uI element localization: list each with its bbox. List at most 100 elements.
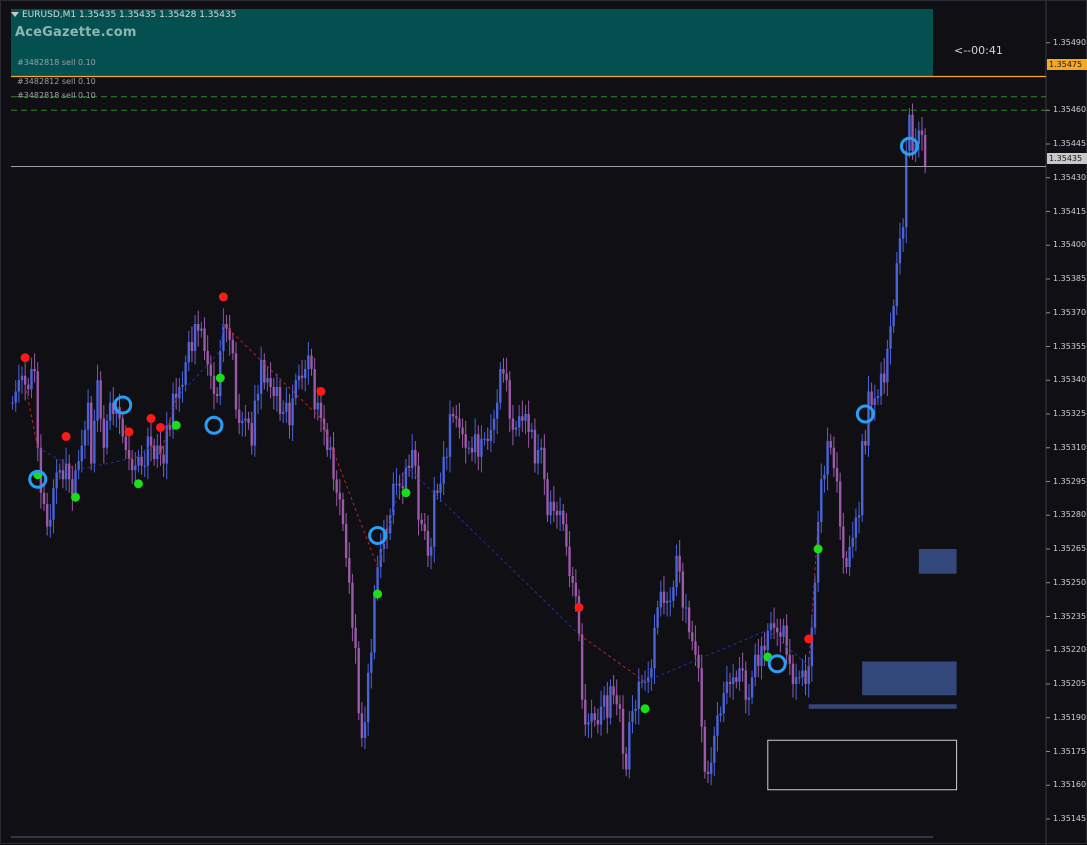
candle-body xyxy=(555,510,559,516)
candle-body xyxy=(426,531,430,556)
candle-body xyxy=(473,434,477,453)
candle-body xyxy=(892,306,895,327)
candle-body xyxy=(697,654,700,669)
candle-body xyxy=(366,672,370,723)
candle-body xyxy=(448,414,452,457)
candle-body xyxy=(451,414,455,417)
candle-body xyxy=(615,695,618,705)
candle-body xyxy=(744,670,747,700)
candle-body xyxy=(788,654,792,664)
bar-countdown: <--00:41 xyxy=(954,44,1003,57)
candle-body xyxy=(624,753,628,770)
candle-body xyxy=(281,411,285,414)
candle-body xyxy=(269,378,272,387)
candle-body xyxy=(634,708,637,711)
price-tick-label: 1.35490 xyxy=(1053,37,1087,47)
candle-body xyxy=(483,438,486,440)
candle-body xyxy=(33,369,36,372)
candle-body xyxy=(672,587,675,601)
candle-body xyxy=(203,328,206,351)
candle-body xyxy=(794,677,798,684)
candle-body xyxy=(49,519,52,527)
candle-body xyxy=(492,418,496,430)
candle-body xyxy=(706,771,710,774)
price-tick-label: 1.35190 xyxy=(1053,712,1087,722)
candle-body xyxy=(373,591,376,653)
symbol-header: EURUSD,M1 1.35435 1.35435 1.35428 1.3543… xyxy=(11,10,236,20)
candle-body xyxy=(612,686,615,696)
candle-body xyxy=(68,463,71,480)
candle-body xyxy=(854,517,858,538)
order-label-3[interactable]: #3482818 sell 0.10 xyxy=(17,91,96,100)
candle-body xyxy=(669,600,672,602)
candle-body xyxy=(433,490,436,547)
candle-body xyxy=(845,558,848,567)
candle-body xyxy=(606,695,609,718)
candle-body xyxy=(728,681,732,684)
candle-body xyxy=(307,355,310,369)
candle-body xyxy=(215,393,219,396)
candle-body xyxy=(370,652,373,673)
candle-body xyxy=(212,375,216,394)
candle-body xyxy=(272,387,275,396)
ask-price-box: 1.35475 xyxy=(1047,59,1087,70)
candle-body xyxy=(222,324,225,351)
candle-body xyxy=(335,479,338,493)
candle-body xyxy=(197,324,200,331)
watermark: AceGazette.com xyxy=(15,25,137,40)
candle-body xyxy=(86,402,90,430)
candle-body xyxy=(420,519,423,525)
candle-body xyxy=(313,369,316,410)
candle-body xyxy=(801,670,804,678)
price-tick-label: 1.35310 xyxy=(1053,442,1087,452)
bid-price-box: 1.35435 xyxy=(1047,153,1087,164)
candle-body xyxy=(64,463,68,480)
candle-body xyxy=(231,339,235,354)
candle-body xyxy=(458,418,461,428)
candle-body xyxy=(540,447,543,450)
candle-body xyxy=(750,677,754,698)
candle-body xyxy=(832,447,836,468)
price-tick-label: 1.35220 xyxy=(1053,645,1087,655)
candle-body xyxy=(108,402,112,421)
candle-body xyxy=(80,445,84,462)
sell-signal-dot xyxy=(20,353,30,363)
candle-body xyxy=(244,418,247,421)
candle-body xyxy=(417,465,420,520)
candle-body xyxy=(225,324,228,329)
order-label-2[interactable]: #3482812 sell 0.10 xyxy=(17,77,96,86)
order-label-1[interactable]: #3482818 sell 0.10 xyxy=(17,58,96,67)
chart-window[interactable]: EURUSD,M1 1.35435 1.35435 1.35428 1.3543… xyxy=(0,0,1087,845)
candle-body xyxy=(61,470,65,480)
candle-body xyxy=(27,384,30,390)
buy-signal-dot xyxy=(133,479,143,489)
candle-body xyxy=(873,398,876,405)
candle-body xyxy=(326,429,329,450)
zigzag-segment xyxy=(128,456,139,460)
candle-body xyxy=(42,492,46,504)
candle-body xyxy=(867,391,870,446)
candle-body xyxy=(807,666,810,684)
collapse-triangle-icon[interactable] xyxy=(11,12,19,17)
candle-body xyxy=(609,686,612,718)
candle-body xyxy=(524,414,527,421)
candle-body xyxy=(237,409,241,423)
price-chart[interactable] xyxy=(1,1,1087,845)
candle-body xyxy=(250,423,253,446)
candle-body xyxy=(911,114,914,151)
candle-body xyxy=(898,238,902,264)
candle-body xyxy=(813,582,817,628)
buy-signal-dot xyxy=(813,544,823,554)
candle-body xyxy=(137,456,140,466)
candle-body xyxy=(741,668,744,671)
candle-body xyxy=(580,634,584,700)
candle-body xyxy=(568,546,571,576)
candle-body xyxy=(275,387,279,396)
candle-body xyxy=(565,524,568,547)
candle-body xyxy=(549,501,552,516)
buy-signal-dot xyxy=(373,589,383,599)
candle-body xyxy=(93,420,96,464)
range-outline-box xyxy=(767,739,958,791)
buy-signal-dot xyxy=(215,373,225,383)
candle-body xyxy=(495,402,499,419)
